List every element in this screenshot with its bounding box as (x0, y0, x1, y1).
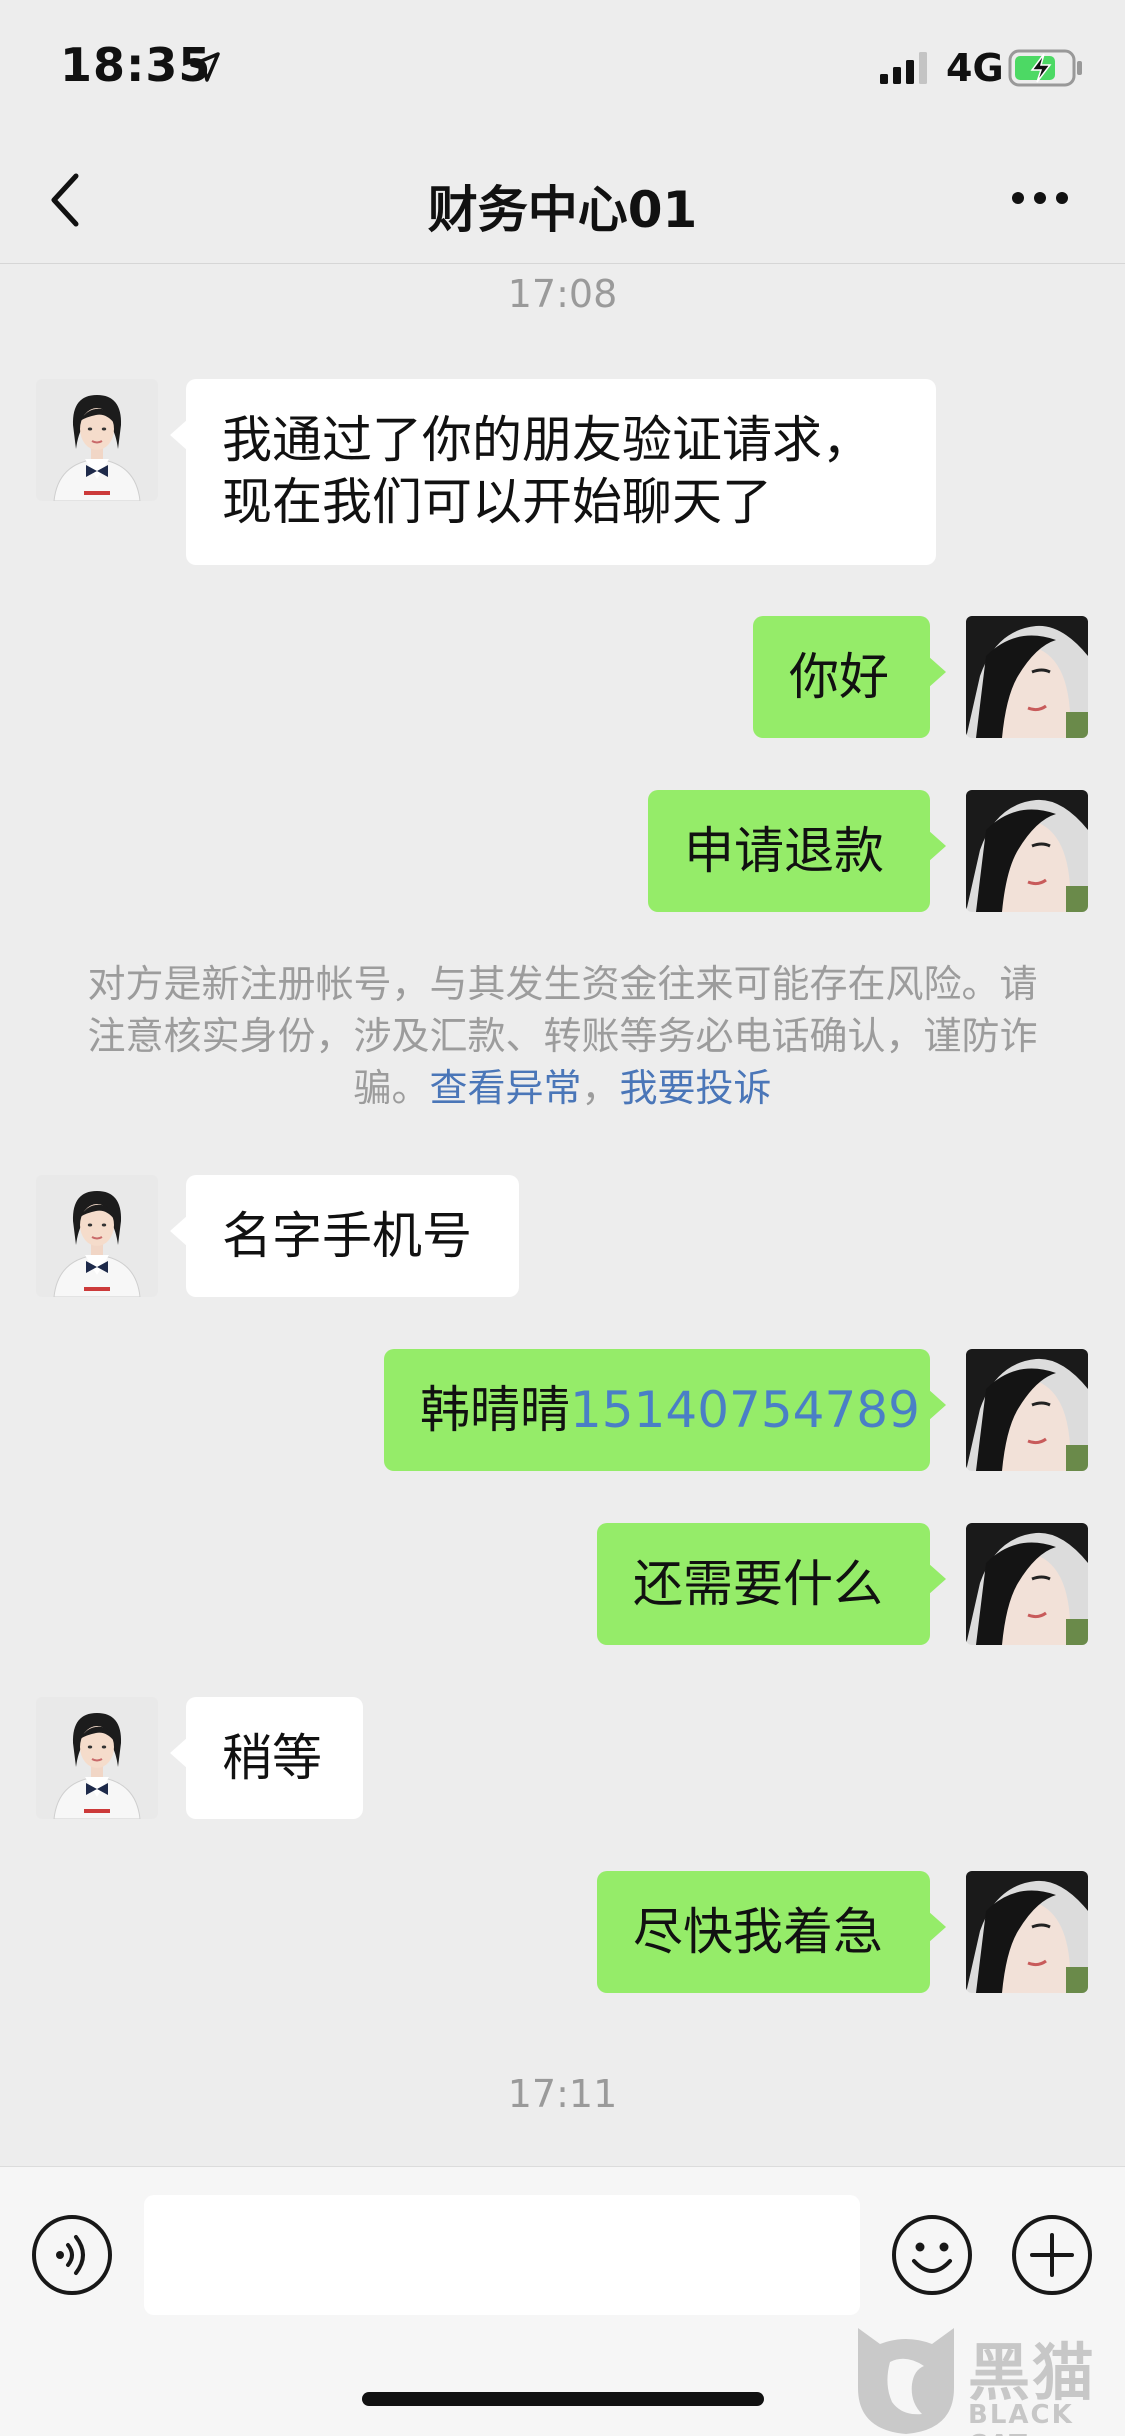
message-text: 尽快我着急 (633, 1903, 883, 1961)
voice-icon[interactable] (30, 2213, 114, 2297)
black-cat-logo-icon (858, 2328, 954, 2434)
contact-avatar-image (36, 1175, 158, 1297)
complaint-link[interactable]: 我要投诉 (620, 1066, 772, 1110)
contact-avatar[interactable] (36, 379, 158, 501)
my-avatar-image (966, 616, 1088, 738)
message-bubble-received[interactable]: 名字手机号 (170, 1175, 519, 1297)
status-bar: 18:35 4G (0, 0, 1125, 136)
location-arrow-icon (190, 52, 220, 82)
chat-title: 财务中心01 (427, 181, 698, 239)
more-dots-icon[interactable] (1010, 186, 1070, 210)
my-avatar-image (966, 1349, 1088, 1471)
add-icon[interactable] (1010, 2213, 1094, 2297)
message-input[interactable] (144, 2195, 860, 2315)
message-bubble-sent[interactable]: 你好 (753, 616, 946, 738)
message-name: 韩晴晴 (420, 1381, 570, 1439)
message-text: 申请退款 (684, 822, 884, 880)
my-avatar[interactable] (966, 1523, 1088, 1645)
watermark: 黑猫 BLACK CAT (850, 2318, 1125, 2436)
system-notice: 对方是新注册帐号，与其发生资金往来可能存在风险。请注意核实身份，涉及汇款、转账等… (80, 958, 1045, 1114)
timestamp: 17:08 (507, 272, 618, 316)
message-bubble-sent[interactable]: 申请退款 (648, 790, 946, 912)
notice-separator: ， (581, 1066, 620, 1110)
timestamp: 17:11 (507, 2072, 618, 2116)
message-text: 稍等 (222, 1729, 322, 1787)
contact-avatar[interactable] (36, 1175, 158, 1297)
my-avatar[interactable] (966, 616, 1088, 738)
message-line: 我通过了你的朋友验证请求， (222, 411, 872, 469)
watermark-text: 黑猫 (968, 2336, 1097, 2409)
message-bubble-received[interactable]: 稍等 (170, 1697, 363, 1819)
my-avatar[interactable] (966, 1871, 1088, 1993)
battery-charging-icon (1008, 49, 1082, 87)
my-avatar-image (966, 1871, 1088, 1993)
my-avatar-image (966, 790, 1088, 912)
nav-bar: 财务中心01 (0, 136, 1125, 264)
message-bubble-received[interactable]: 我通过了你的朋友验证请求， 现在我们可以开始聊天了 (170, 379, 936, 565)
view-anomaly-link[interactable]: 查看异常 (429, 1066, 581, 1110)
my-avatar[interactable] (966, 790, 1088, 912)
emoji-icon[interactable] (890, 2213, 974, 2297)
my-avatar[interactable] (966, 1349, 1088, 1471)
message-bubble-sent[interactable]: 韩晴晴15140754789 (384, 1349, 946, 1471)
message-text: 名字手机号 (222, 1207, 472, 1265)
home-indicator[interactable] (362, 2392, 764, 2406)
watermark-subtext: BLACK CAT (968, 2400, 1074, 2436)
network-type: 4G (946, 46, 1004, 90)
message-text: 你好 (789, 648, 889, 706)
contact-avatar-image (36, 1697, 158, 1819)
message-bubble-sent[interactable]: 还需要什么 (597, 1523, 946, 1645)
message-line: 现在我们可以开始聊天了 (222, 473, 772, 531)
signal-icon (880, 52, 927, 84)
message-text: 还需要什么 (633, 1555, 883, 1613)
my-avatar-image (966, 1523, 1088, 1645)
contact-avatar-image (36, 379, 158, 501)
phone-number-link[interactable]: 15140754789 (570, 1381, 920, 1439)
contact-avatar[interactable] (36, 1697, 158, 1819)
message-bubble-sent[interactable]: 尽快我着急 (597, 1871, 946, 1993)
